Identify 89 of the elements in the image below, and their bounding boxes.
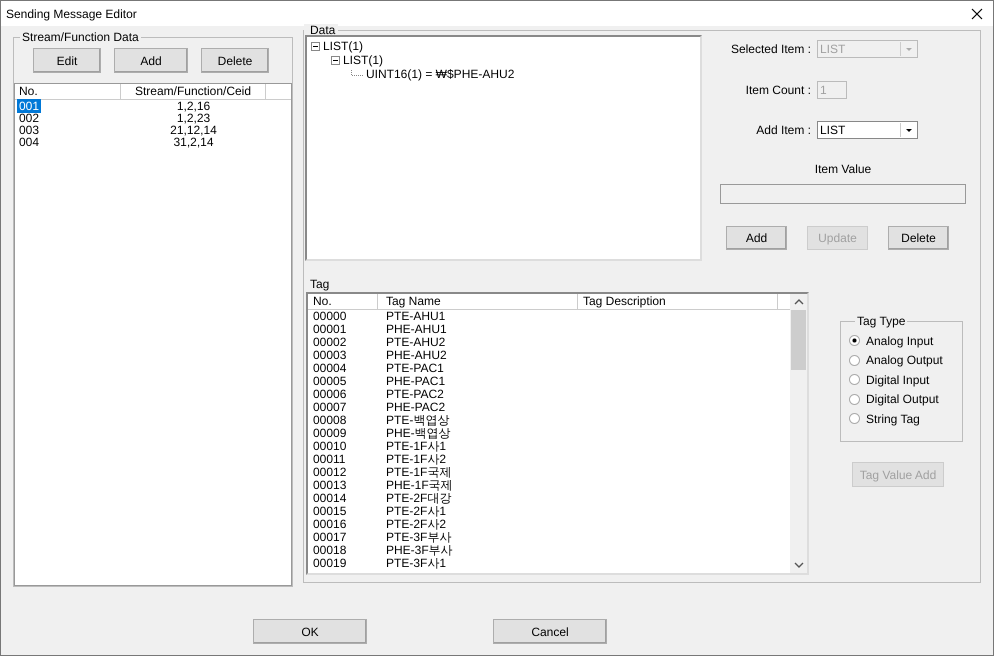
table-cell-text: 1,2,16	[176, 100, 212, 112]
radio-label: Analog Input	[866, 334, 934, 348]
column-header[interactable]: No.	[308, 294, 378, 309]
field-label: Selected Item :	[730, 42, 812, 56]
scrollbar[interactable]	[790, 294, 807, 573]
table-cell-text: 00007	[312, 401, 348, 414]
table-cell-text: 00017	[312, 531, 348, 544]
column-header[interactable]: Stream/Function/Ceid	[121, 84, 266, 99]
table-cell-text: 00012	[312, 466, 348, 479]
table-cell-text: 00013	[312, 479, 348, 492]
collapse-icon[interactable]	[331, 56, 340, 64]
scrollbar-thumb[interactable]	[791, 310, 806, 370]
table-cell-text: 00008	[312, 414, 348, 427]
radio-button[interactable]	[849, 413, 860, 424]
table-cell-text: 00005	[312, 375, 348, 388]
scroll-down-icon[interactable]	[794, 561, 804, 569]
scroll-up-icon[interactable]	[794, 298, 804, 306]
add-item-dropdown[interactable]: LIST	[817, 121, 918, 139]
toolbar-button[interactable]: Delete	[201, 48, 269, 73]
table-cell-text: PTE-PAC2	[385, 388, 445, 401]
group-title: Tag Type	[856, 314, 906, 328]
table-cell-text: 00010	[312, 440, 348, 453]
radio-label: Analog Output	[866, 353, 943, 368]
radio-button[interactable]	[849, 335, 860, 346]
table-cell-text: 00006	[312, 388, 348, 401]
table-cell-text: 00009	[312, 427, 348, 440]
table-cell-text: PTE-1F사2	[385, 453, 448, 466]
table-cell-text: 00000	[312, 310, 348, 323]
dialog-button[interactable]: Cancel	[493, 619, 607, 644]
table-cell-text: 00015	[312, 505, 348, 518]
row-number[interactable]: 003	[19, 123, 40, 137]
table-cell-text: 00014	[312, 492, 348, 505]
column-header[interactable]: Tag Name	[378, 294, 578, 309]
tree-connector-icon	[351, 70, 363, 78]
field-label: Item Value	[814, 162, 872, 176]
row-number[interactable]: 001	[17, 99, 42, 113]
table-cell-text: PTE-AHU2	[385, 336, 446, 349]
radio-button[interactable]	[849, 354, 860, 366]
table-cell-text: PHE-AHU1	[385, 323, 448, 336]
table-cell-text: PHE-AHU2	[385, 349, 448, 362]
table-cell-text: 00016	[312, 518, 348, 531]
group-title: Stream/Function Data	[21, 30, 140, 44]
tree-item[interactable]: LIST(1)	[343, 53, 384, 67]
table-cell-text: 1,2,23	[176, 112, 212, 124]
table-cell-text: 00004	[312, 362, 348, 375]
table-cell-text: PTE-2F사2	[385, 518, 448, 531]
row-number[interactable]: 002	[19, 111, 40, 125]
table-cell-text: PHE-1F국제	[385, 479, 454, 492]
table-cell-text: PTE-2F사1	[385, 505, 448, 518]
window-title: Sending Message Editor	[6, 6, 137, 20]
table-cell-text: 00019	[312, 557, 348, 570]
action-button[interactable]: Add	[726, 226, 787, 250]
table-cell-text: 00018	[312, 544, 348, 557]
toolbar-button[interactable]: Add	[114, 48, 188, 73]
radio-label: Digital Input	[866, 372, 930, 387]
collapse-icon[interactable]	[311, 42, 320, 50]
table-cell-text: PTE-백엽상	[385, 414, 450, 427]
table-cell-text: PTE-3F부사	[385, 531, 452, 544]
table-cell-text: PTE-1F사1	[385, 440, 448, 453]
table-cell-text: 00002	[312, 336, 348, 349]
column-header[interactable]: Tag Description	[578, 294, 778, 309]
radio-button[interactable]	[849, 394, 860, 405]
table-cell-text: PTE-3F사1	[385, 557, 448, 570]
table-cell-text: PHE-백엽상	[385, 427, 452, 440]
tree-item[interactable]: UINT16(1) = ₩$PHE-AHU2	[366, 67, 514, 81]
table-cell-text: PTE-PAC1	[385, 362, 445, 375]
table-cell-text: PHE-PAC2	[385, 401, 446, 414]
table-cell-text: 21,12,14	[169, 124, 218, 136]
dialog-button[interactable]: OK	[253, 619, 367, 644]
table-cell-text: PHE-PAC1	[385, 375, 446, 388]
action-button[interactable]: Delete	[888, 226, 949, 250]
radio-label: Digital Output	[866, 392, 939, 406]
toolbar-button[interactable]: Edit	[33, 48, 101, 73]
table-cell-text: PTE-1F국제	[385, 466, 452, 479]
table-cell-text: 00001	[312, 323, 348, 336]
close-icon[interactable]	[971, 8, 983, 20]
field-label: Item Count :	[744, 83, 812, 97]
table-cell-text: 31,2,14	[173, 136, 214, 148]
radio-label: String Tag	[866, 412, 920, 426]
tree-item[interactable]: LIST(1)	[323, 39, 364, 53]
row-number[interactable]: 004	[19, 135, 40, 149]
table-cell-text: 00011	[312, 453, 346, 466]
table-cell-text: 00003	[312, 349, 348, 362]
radio-button[interactable]	[849, 374, 860, 386]
group-title: Data	[304, 24, 338, 36]
table-cell-text: PTE-AHU1	[385, 310, 446, 323]
field-label: Add Item :	[755, 123, 812, 137]
table-cell-text: PTE-2F대강	[385, 492, 452, 505]
table-cell-text: PHE-3F부사	[385, 544, 454, 557]
